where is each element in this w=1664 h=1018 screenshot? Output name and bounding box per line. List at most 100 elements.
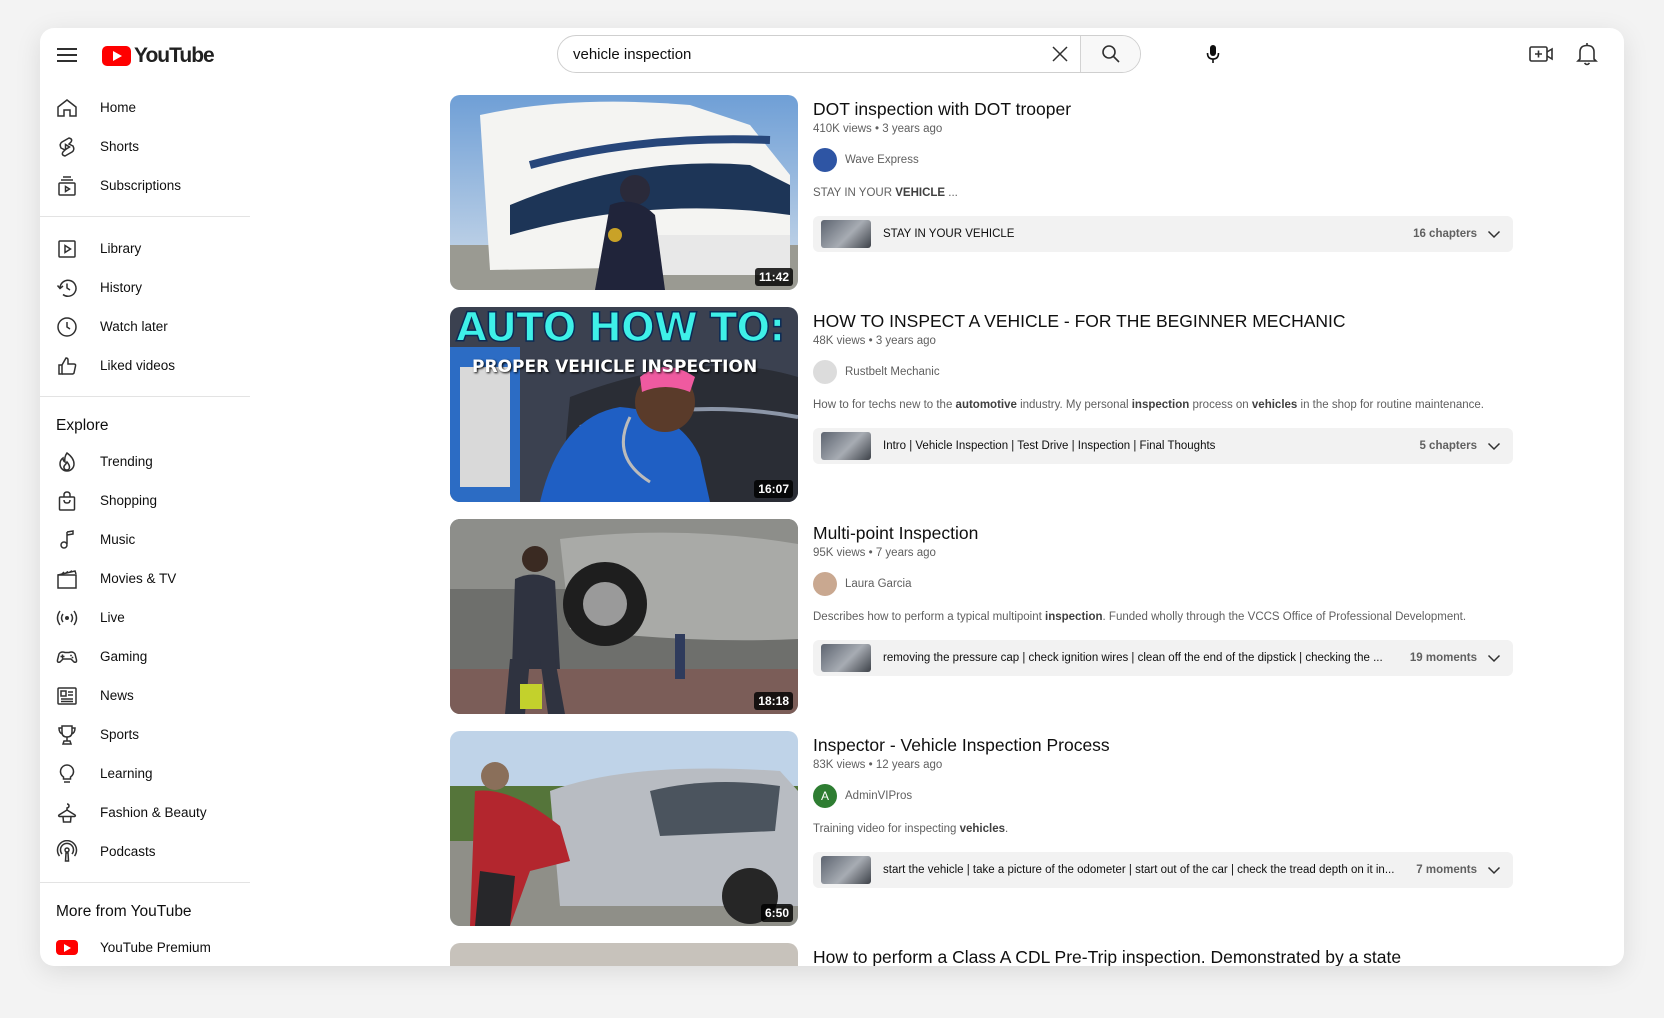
- chapters-count: 7 moments: [1416, 864, 1477, 876]
- sidebar-item-trending[interactable]: Trending: [40, 442, 250, 481]
- channel-link[interactable]: Rustbelt Mechanic: [813, 360, 1523, 384]
- chapters-text: Intro | Vehicle Inspection | Test Drive …: [883, 440, 1216, 452]
- video-info: DOT inspection with DOT trooper 410K vie…: [813, 98, 1523, 252]
- channel-avatar: A: [813, 784, 837, 808]
- sidebar-item-movies-tv[interactable]: Movies & TV: [40, 559, 250, 598]
- channel-avatar: [813, 148, 837, 172]
- video-title[interactable]: HOW TO INSPECT A VEHICLE - FOR THE BEGIN…: [813, 310, 1523, 332]
- chapters-bar[interactable]: start the vehicle | take a picture of th…: [813, 852, 1513, 888]
- bell-icon[interactable]: [1575, 41, 1599, 67]
- video-thumbnail[interactable]: 6:50: [450, 731, 798, 926]
- chapters-bar[interactable]: removing the pressure cap | check igniti…: [813, 640, 1513, 676]
- sidebar-item-gaming[interactable]: Gaming: [40, 637, 250, 676]
- sidebar-item-subscriptions[interactable]: Subscriptions: [40, 166, 250, 205]
- video-title[interactable]: How to perform a Class A CDL Pre-Trip in…: [813, 946, 1523, 966]
- video-info: Multi-point Inspection 95K views • 7 yea…: [813, 522, 1523, 676]
- sidebar-item-label: Live: [100, 610, 125, 625]
- video-meta: 48K views • 3 years ago: [813, 335, 936, 347]
- watch-later-icon: [54, 315, 80, 339]
- mic-icon[interactable]: [1201, 42, 1225, 66]
- create-icon[interactable]: [1528, 42, 1554, 66]
- channel-name: AdminVIPros: [845, 790, 913, 802]
- sidebar-item-label: News: [100, 688, 134, 703]
- channel-link[interactable]: A AdminVIPros: [813, 784, 1523, 808]
- chapters-count: 16 chapters: [1413, 228, 1477, 240]
- chevron-down-icon: [1487, 439, 1501, 453]
- chapters-bar[interactable]: STAY IN YOUR VEHICLE 16 chapters: [813, 216, 1513, 252]
- chapters-text: start the vehicle | take a picture of th…: [883, 864, 1395, 876]
- learning-icon: [54, 762, 80, 786]
- video-thumbnail[interactable]: 11:42: [450, 95, 798, 290]
- chapters-count: 5 chapters: [1419, 440, 1477, 452]
- youtube-logo[interactable]: YouTube: [102, 44, 215, 68]
- history-icon: [54, 276, 80, 300]
- channel-avatar: [813, 572, 837, 596]
- chevron-down-icon: [1487, 227, 1501, 241]
- video-title[interactable]: DOT inspection with DOT trooper: [813, 98, 1523, 120]
- thumbnail-overlay-title: AUTO HOW TO:: [455, 307, 786, 352]
- video-meta: 95K views • 7 years ago: [813, 547, 936, 559]
- sidebar-item-shorts[interactable]: Shorts: [40, 127, 250, 166]
- video-result: AUTO HOW TO: PROPER VEHICLE INSPECTION 1…: [450, 307, 1570, 519]
- sidebar-item-youtube-premium[interactable]: YouTube Premium: [40, 928, 250, 966]
- shorts-icon: [54, 135, 80, 159]
- menu-icon[interactable]: [57, 45, 77, 65]
- sidebar-item-sports[interactable]: Sports: [40, 715, 250, 754]
- search-button[interactable]: [1080, 36, 1140, 72]
- youtube-premium-icon: [54, 936, 80, 960]
- search-input[interactable]: [558, 36, 1040, 72]
- liked-videos-icon: [54, 354, 80, 378]
- sidebar-item-podcasts[interactable]: Podcasts: [40, 832, 250, 871]
- sidebar-item-fashion-beauty[interactable]: Fashion & Beauty: [40, 793, 250, 832]
- fashion-icon: [54, 801, 80, 825]
- sidebar-item-liked-videos[interactable]: Liked videos: [40, 346, 250, 385]
- app-window: YouTube HomeShortsSubscriptions LibraryH…: [40, 28, 1624, 966]
- video-title[interactable]: Multi-point Inspection: [813, 522, 1523, 544]
- sidebar-item-music[interactable]: Music: [40, 520, 250, 559]
- clear-icon[interactable]: [1040, 36, 1080, 72]
- chapter-thumbnail: [821, 432, 871, 460]
- sidebar-item-live[interactable]: Live: [40, 598, 250, 637]
- news-icon: [54, 684, 80, 708]
- video-description: STAY IN YOUR VEHICLE ...: [813, 187, 958, 199]
- video-thumbnail[interactable]: 18:18: [450, 519, 798, 714]
- video-thumbnail[interactable]: [450, 943, 798, 966]
- sidebar-item-label: Library: [100, 241, 142, 256]
- chapters-bar[interactable]: Intro | Vehicle Inspection | Test Drive …: [813, 428, 1513, 464]
- sidebar-item-news[interactable]: News: [40, 676, 250, 715]
- sidebar: Home Shorts Subscriptions Library History Wa…: [40, 88, 250, 966]
- video-result: 6:50 Inspector - Vehicle Inspection Proc…: [450, 731, 1570, 943]
- channel-name: Rustbelt Mechanic: [845, 366, 940, 378]
- sidebar-item-label: Shorts: [100, 139, 140, 154]
- video-result: 11:42 DOT inspection with DOT trooper 41…: [450, 95, 1570, 307]
- search-icon: [1101, 45, 1120, 63]
- chevron-down-icon: [1487, 863, 1501, 877]
- sidebar-item-label: Sports: [100, 727, 140, 742]
- chapter-thumbnail: [821, 220, 871, 248]
- channel-link[interactable]: Laura Garcia: [813, 572, 1523, 596]
- subscriptions-icon: [54, 174, 80, 198]
- video-description: Training video for inspecting vehicles.: [813, 823, 1009, 835]
- sidebar-item-label: Watch later: [100, 319, 168, 334]
- sidebar-item-watch-later[interactable]: Watch later: [40, 307, 250, 346]
- sidebar-item-shopping[interactable]: Shopping: [40, 481, 250, 520]
- sidebar-divider: [40, 216, 250, 217]
- search-results: 11:42 DOT inspection with DOT trooper 41…: [450, 95, 1570, 966]
- sidebar-item-label: Gaming: [100, 649, 148, 664]
- video-result: 18:18 Multi-point Inspection 95K views •…: [450, 519, 1570, 731]
- video-title[interactable]: Inspector - Vehicle Inspection Process: [813, 734, 1523, 756]
- video-duration: 16:07: [754, 480, 793, 498]
- sidebar-item-label: Learning: [100, 766, 153, 781]
- sidebar-item-home[interactable]: Home: [40, 88, 250, 127]
- channel-name: Laura Garcia: [845, 578, 912, 590]
- sidebar-item-history[interactable]: History: [40, 268, 250, 307]
- video-thumbnail[interactable]: AUTO HOW TO: PROPER VEHICLE INSPECTION 1…: [450, 307, 798, 502]
- video-info: HOW TO INSPECT A VEHICLE - FOR THE BEGIN…: [813, 310, 1523, 464]
- sidebar-divider: [40, 882, 250, 883]
- sidebar-item-library[interactable]: Library: [40, 229, 250, 268]
- channel-avatar: [813, 360, 837, 384]
- sidebar-item-learning[interactable]: Learning: [40, 754, 250, 793]
- sidebar-item-label: Fashion & Beauty: [100, 805, 207, 820]
- channel-link[interactable]: Wave Express: [813, 148, 1523, 172]
- video-description: Describes how to perform a typical multi…: [813, 611, 1467, 623]
